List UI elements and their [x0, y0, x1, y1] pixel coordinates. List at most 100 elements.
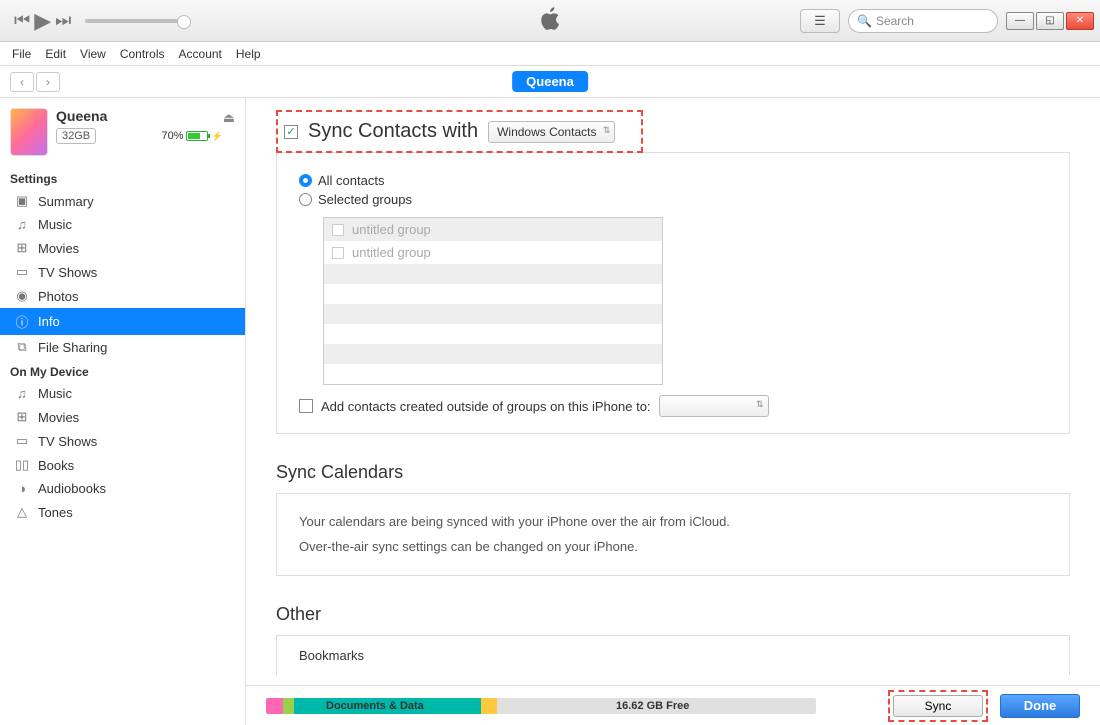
radio-all-label: All contacts [318, 173, 384, 188]
forward-button[interactable]: › [36, 72, 60, 92]
sidebar-item-movies2[interactable]: ⊞ Movies [0, 405, 245, 429]
bottom-bar: Documents & Data 16.62 GB Free Sync Done [246, 685, 1100, 725]
radio-selected-groups[interactable] [299, 193, 312, 206]
calendars-text-1: Your calendars are being synced with you… [299, 510, 1047, 535]
group-checkbox [332, 224, 344, 236]
photos-icon: ◉ [14, 288, 30, 304]
audiobooks-icon: ◑ [14, 481, 30, 496]
tv-icon: ▭ [14, 433, 30, 449]
sync-button[interactable]: Sync [893, 695, 983, 717]
prev-icon[interactable]: ⏮ [14, 10, 30, 31]
done-button[interactable]: Done [1000, 694, 1080, 718]
radio-selected-label: Selected groups [318, 192, 412, 207]
tab-bar: ‹ › Queena [0, 66, 1100, 98]
sync-contacts-checkbox[interactable] [284, 125, 298, 139]
sidebar-item-tvshows[interactable]: ▭ TV Shows [0, 260, 245, 284]
sidebar-item-movies[interactable]: ⊞ Movies [0, 236, 245, 260]
add-contacts-label: Add contacts created outside of groups o… [321, 399, 651, 414]
playback-controls: ⏮ ▶ ⏭ [14, 8, 71, 34]
sidebar-item-label: Summary [38, 194, 94, 209]
calendars-panel: Your calendars are being synced with you… [276, 493, 1070, 576]
sidebar-item-info[interactable]: ⓘ Info [0, 308, 245, 335]
content-area: Sync Contacts with Windows Contacts All … [246, 98, 1100, 725]
sync-contacts-select[interactable]: Windows Contacts [488, 121, 615, 143]
search-input[interactable]: 🔍 Search [848, 9, 998, 33]
sidebar-item-label: File Sharing [38, 340, 107, 355]
sidebar-item-music[interactable]: ♫Music [0, 213, 245, 236]
movies-icon: ⊞ [14, 240, 30, 256]
sync-button-highlight: Sync [888, 690, 988, 722]
group-label: untitled group [352, 222, 431, 237]
tones-icon: △ [14, 504, 30, 520]
sync-calendars-title: Sync Calendars [276, 462, 1070, 483]
back-button[interactable]: ‹ [10, 72, 34, 92]
close-button[interactable]: ✕ [1066, 12, 1094, 30]
menu-file[interactable]: File [12, 47, 31, 61]
group-checkbox [332, 247, 344, 259]
other-title: Other [276, 604, 1070, 625]
music-icon: ♫ [14, 217, 30, 232]
search-icon: 🔍 [857, 14, 872, 28]
sidebar-item-books[interactable]: ▯▯ Books [0, 453, 245, 477]
radio-all-contacts[interactable] [299, 174, 312, 187]
music-icon: ♫ [14, 386, 30, 401]
sidebar-item-label: Movies [38, 241, 79, 256]
sidebar-item-label: Books [38, 458, 74, 473]
sidebar-item-tones[interactable]: △ Tones [0, 500, 245, 524]
other-bookmarks: Bookmarks [299, 648, 1047, 663]
sidebar-item-label: TV Shows [38, 265, 97, 280]
movies-icon: ⊞ [14, 409, 30, 425]
charging-icon: ⚡ [211, 131, 222, 142]
sidebar-item-label: Audiobooks [38, 481, 106, 496]
contacts-panel: All contacts Selected groups untitled gr… [276, 152, 1070, 434]
info-icon: ⓘ [14, 312, 30, 331]
battery-pct: 70% [161, 130, 183, 142]
filesharing-icon: ⧉ [14, 339, 30, 355]
device-name: Queena [56, 108, 107, 124]
sidebar-item-filesharing[interactable]: ⧉ File Sharing [0, 335, 245, 359]
sidebar-item-label: Info [38, 314, 60, 329]
search-placeholder: Search [876, 14, 914, 28]
sidebar-item-tvshows2[interactable]: ▭ TV Shows [0, 429, 245, 453]
capacity-badge: 32GB [56, 128, 96, 144]
maximize-button[interactable]: ◱ [1036, 12, 1064, 30]
groups-list: untitled group untitled group [323, 217, 663, 385]
next-icon[interactable]: ⏭ [55, 10, 71, 31]
sidebar-item-summary[interactable]: ▣ Summary [0, 189, 245, 213]
menu-bar: File Edit View Controls Account Help [0, 42, 1100, 66]
menu-view[interactable]: View [80, 47, 106, 61]
list-view-button[interactable]: ☰ [800, 9, 840, 33]
ondevice-heading: On My Device [0, 359, 245, 382]
calendars-text-2: Over-the-air sync settings can be change… [299, 535, 1047, 560]
menu-edit[interactable]: Edit [45, 47, 66, 61]
free-label: 16.62 GB Free [616, 700, 689, 712]
add-contacts-checkbox[interactable] [299, 399, 313, 413]
eject-icon[interactable]: ⏏ [223, 110, 235, 126]
menu-account[interactable]: Account [179, 47, 222, 61]
sidebar-item-label: Movies [38, 410, 79, 425]
sidebar-item-audiobooks[interactable]: ◑ Audiobooks [0, 477, 245, 500]
device-header: Queena ⏏ 32GB 70% ⚡ [0, 98, 245, 166]
books-icon: ▯▯ [14, 457, 30, 473]
menu-help[interactable]: Help [236, 47, 261, 61]
sync-contacts-title: Sync Contacts with [308, 120, 478, 143]
sidebar-item-music2[interactable]: ♫ Music [0, 382, 245, 405]
volume-slider[interactable] [85, 19, 185, 23]
device-thumbnail [10, 108, 48, 156]
device-tab[interactable]: Queena [512, 71, 588, 92]
sidebar-item-photos[interactable]: ◉Photos [0, 284, 245, 308]
title-bar: ⏮ ▶ ⏭ ☰ 🔍 Search — ◱ ✕ [0, 0, 1100, 42]
sync-contacts-header: Sync Contacts with Windows Contacts [276, 110, 643, 153]
tv-icon: ▭ [14, 264, 30, 280]
add-contacts-select[interactable] [659, 395, 769, 417]
other-panel: Bookmarks [276, 635, 1070, 675]
apple-logo-icon [539, 6, 561, 35]
sidebar: Queena ⏏ 32GB 70% ⚡ Settings ▣Summary ♫M… [0, 98, 246, 725]
play-icon[interactable]: ▶ [34, 8, 51, 34]
summary-icon: ▣ [14, 193, 30, 209]
sidebar-item-label: Tones [38, 505, 73, 520]
sidebar-item-label: TV Shows [38, 434, 97, 449]
menu-controls[interactable]: Controls [120, 47, 165, 61]
minimize-button[interactable]: — [1006, 12, 1034, 30]
sidebar-item-label: Music [38, 386, 72, 401]
